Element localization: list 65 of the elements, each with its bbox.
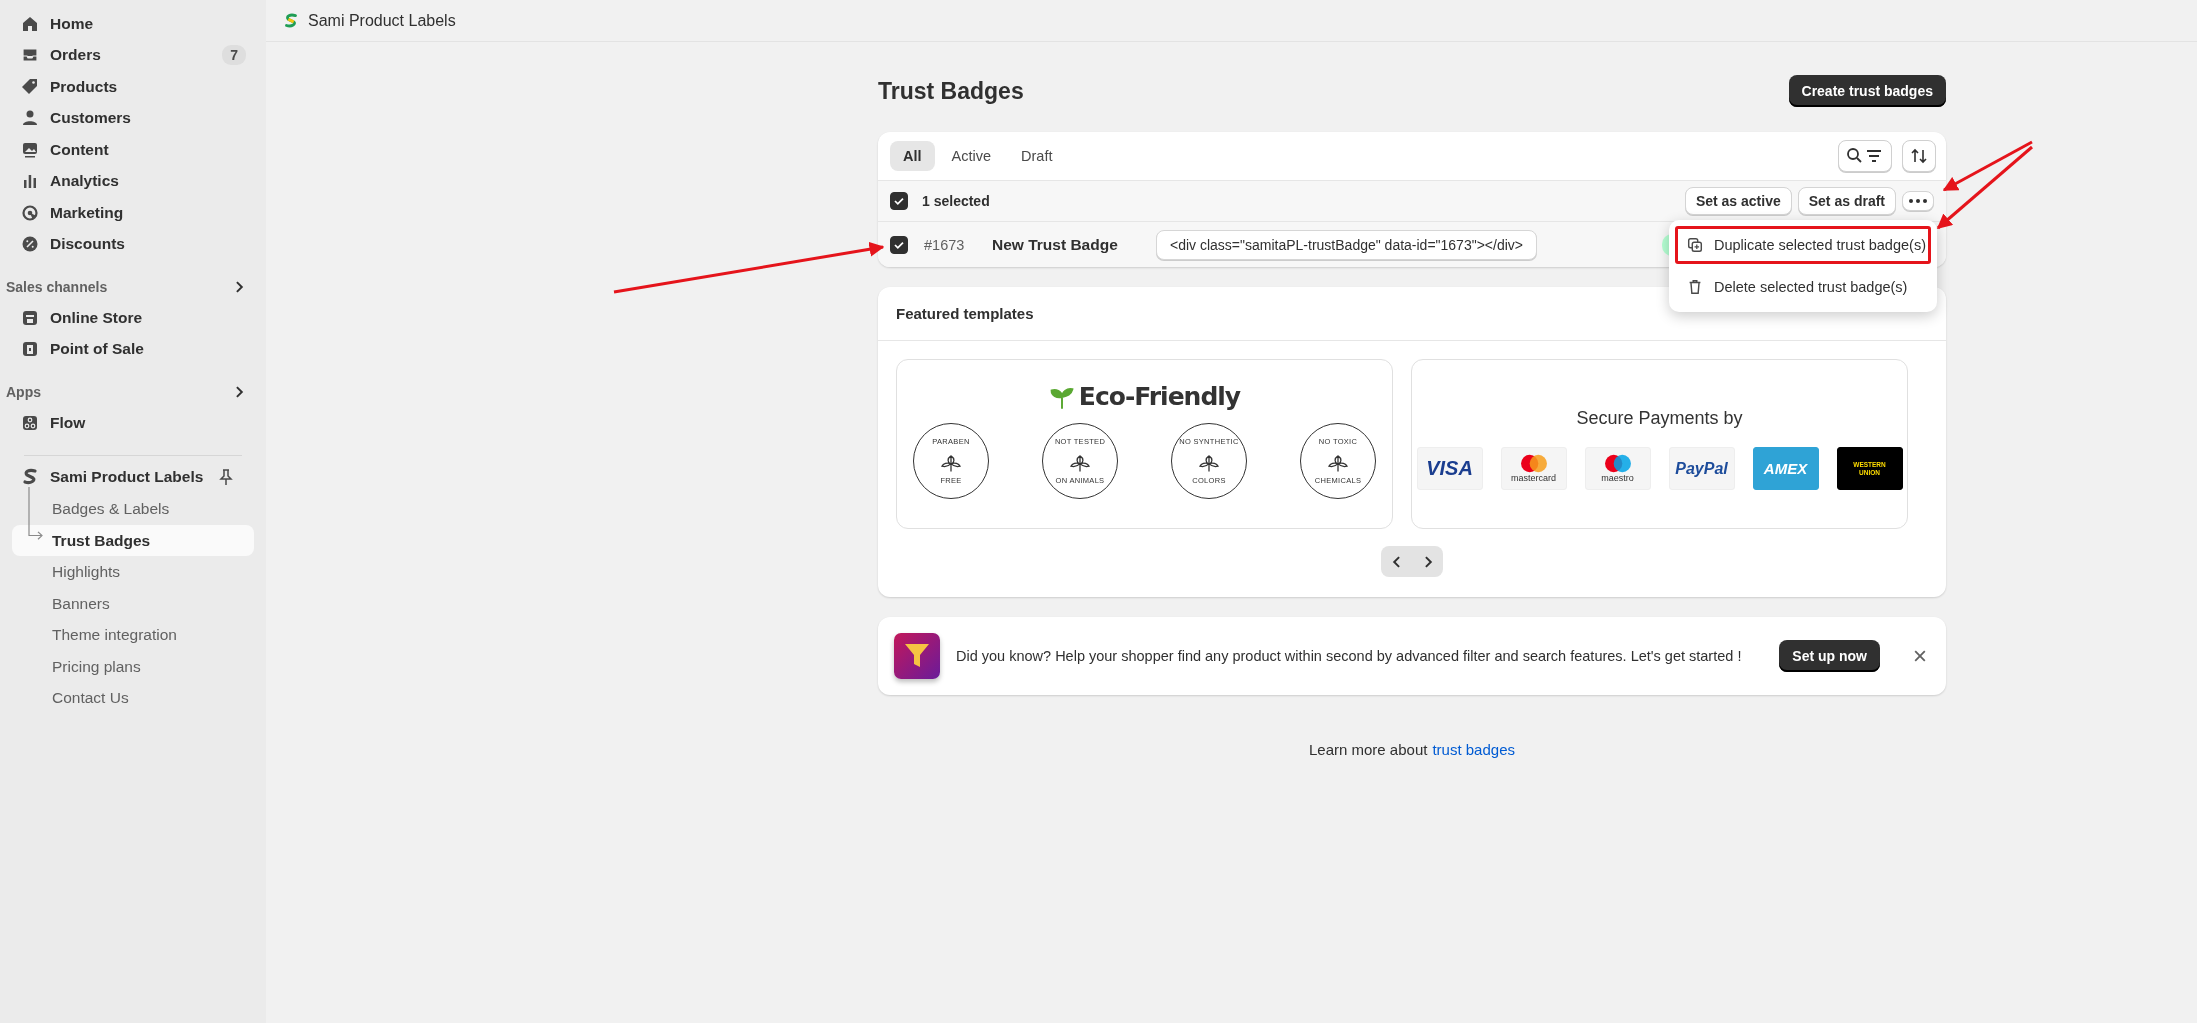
sort-button[interactable] — [1902, 140, 1936, 172]
payment-logo: PayPal — [1668, 447, 1735, 490]
app-title: Sami Product Labels — [308, 11, 456, 30]
checkbox[interactable] — [890, 192, 908, 210]
previous-button[interactable] — [1381, 546, 1412, 577]
nav-item[interactable]: Point of Sale — [12, 333, 254, 365]
tag-icon — [20, 76, 40, 97]
nav-item[interactable]: Home — [12, 8, 254, 40]
menu-item[interactable]: Delete selected trust badge(s) — [1675, 268, 1931, 306]
payment-logo: maestro — [1584, 447, 1651, 490]
payment-logo: AMEX — [1752, 447, 1819, 490]
sort-icon — [1909, 146, 1929, 166]
badge-id: #1673 — [924, 236, 966, 253]
footer-text: Learn more about — [1309, 741, 1428, 758]
nav-item[interactable]: Flow — [12, 407, 254, 439]
circles-icon — [1518, 454, 1549, 473]
circles-icon — [1602, 454, 1633, 473]
template-heading: Eco-Friendly — [1078, 382, 1241, 411]
nav-item[interactable]: Content — [12, 134, 254, 166]
nav-item[interactable]: Discounts — [12, 228, 254, 260]
nav-subitem[interactable]: Pricing plans — [12, 650, 254, 682]
tab[interactable]: Active — [938, 141, 1005, 171]
section-header[interactable]: Sales channels — [6, 272, 254, 302]
search-filter-button[interactable] — [1838, 140, 1892, 172]
funnel-app-icon — [894, 633, 940, 679]
duplicate-icon — [1686, 236, 1704, 254]
app-logo-icon — [282, 11, 300, 30]
nav-subitem[interactable]: Badges & Labels — [12, 493, 254, 525]
page-title: Trust Badges — [878, 77, 1024, 105]
bulk-action-button[interactable]: Set as active — [1684, 187, 1792, 215]
target-icon — [20, 202, 40, 223]
section-header[interactable]: Apps — [6, 377, 254, 407]
nav-item[interactable]: Products — [12, 71, 254, 103]
nav-item[interactable]: Online Store — [12, 302, 254, 334]
nav-subitem[interactable]: Trust Badges — [12, 524, 254, 556]
nav-item[interactable]: Marketing — [12, 197, 254, 229]
template-heading: Secure Payments by — [1576, 408, 1743, 429]
more-actions-button[interactable] — [1902, 191, 1934, 211]
menu-item[interactable]: Duplicate selected trust badge(s) — [1675, 226, 1931, 264]
nav-item[interactable]: Orders 7 — [12, 39, 254, 71]
embed-code[interactable]: <div class="samitaPL-trustBadge" data-id="1673"></div> — [1156, 229, 1537, 260]
nav-subitem[interactable]: Theme integration — [12, 619, 254, 651]
payment-logo: mastercard — [1500, 447, 1567, 490]
tree-line — [26, 487, 46, 543]
more-icon — [1908, 198, 1928, 204]
help-link[interactable]: trust badges — [1432, 741, 1515, 758]
nav-item[interactable]: Analytics — [12, 165, 254, 197]
checkbox[interactable] — [890, 235, 908, 254]
nav-item[interactable]: Customers — [12, 102, 254, 134]
tab[interactable]: Draft — [1008, 141, 1066, 171]
create-button[interactable]: Create trust badges — [1788, 75, 1946, 107]
payment-logo: VISA — [1416, 447, 1483, 490]
badge-name: New Trust Badge — [992, 235, 1119, 254]
setup-button[interactable]: Set up now — [1779, 640, 1880, 672]
bulk-action-button[interactable]: Set as draft — [1797, 187, 1896, 215]
selection-count: 1 selected — [922, 193, 991, 209]
promo-text: Did you know? Help your shopper find any product within second by advanced filter and search features. Let's get started ! — [956, 648, 1743, 664]
pin-icon — [216, 467, 236, 488]
nav-item[interactable]: Sami Product Labels — [12, 461, 254, 493]
nav-subitem[interactable]: Banners — [12, 587, 254, 619]
nav-subitem[interactable]: Highlights — [12, 556, 254, 588]
tab[interactable]: All — [890, 141, 935, 171]
next-button[interactable] — [1412, 546, 1443, 577]
count-badge: 7 — [222, 45, 246, 66]
nav-subitem[interactable]: Contact Us — [12, 682, 254, 714]
